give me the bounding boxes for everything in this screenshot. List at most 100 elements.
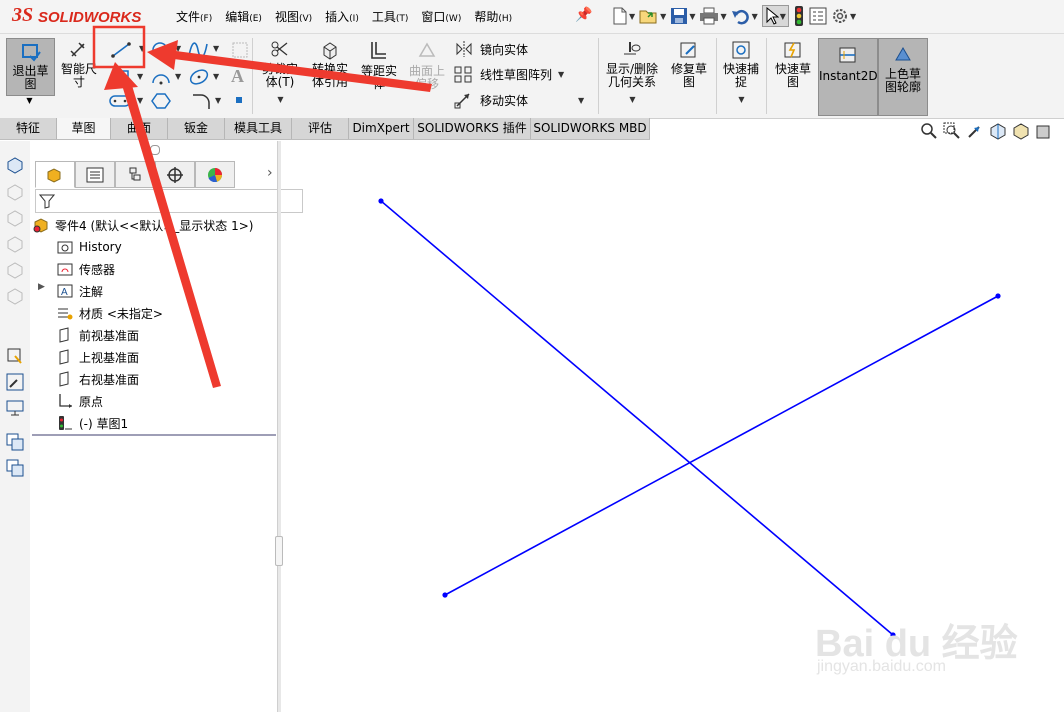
surface-offset-button[interactable]: 曲面上 偏移	[404, 40, 450, 91]
tab-dimxpertmanager[interactable]	[155, 161, 195, 188]
shaded-sketch-contours-button[interactable]: 上色草 图轮廓	[878, 38, 928, 116]
select-filter-icon[interactable]	[6, 347, 24, 365]
tab-surfaces[interactable]: 曲面	[111, 118, 168, 139]
view-orientation-icon[interactable]	[1012, 122, 1030, 142]
tree-item-sensors[interactable]: 传感器	[57, 259, 115, 279]
display-icon[interactable]	[6, 399, 24, 417]
tab-propertymanager[interactable]	[75, 161, 115, 188]
tab-features[interactable]: 特征	[0, 118, 57, 139]
section-view-icon[interactable]	[989, 122, 1007, 142]
rectangle-icon[interactable]	[110, 68, 132, 86]
tab-displaymanager[interactable]	[195, 161, 235, 188]
quick-snaps-dropdown-icon[interactable]: ▼	[719, 93, 764, 106]
trim-entities-button[interactable]: 剪裁实 体(T) ▼	[256, 40, 304, 106]
tab-sheet-metal[interactable]: 钣金	[168, 118, 225, 139]
move-dropdown-icon[interactable]: ▼	[578, 96, 584, 105]
text-icon[interactable]: A	[231, 66, 244, 87]
smart-dimension-button[interactable]: 智能尺 寸	[56, 38, 102, 89]
zoom-to-area-icon[interactable]	[943, 122, 961, 142]
open-document-icon[interactable]: ▼	[639, 7, 666, 25]
display-delete-relations-button[interactable]: 显示/删除 几何关系 ▼	[602, 40, 662, 106]
tree-filter-bar[interactable]	[35, 189, 303, 213]
menu-file[interactable]: 文件(F)	[176, 8, 212, 26]
fillet-icon[interactable]	[190, 92, 212, 110]
file-properties-icon[interactable]	[809, 7, 827, 25]
pin-icon[interactable]: 📌	[575, 7, 592, 23]
move-entities-button[interactable]: 移动实体 ▼	[454, 91, 584, 109]
print-icon[interactable]: ▼	[699, 7, 727, 25]
tab-solidworks-mbd[interactable]: SOLIDWORKS MBD	[531, 118, 650, 139]
tree-item-history[interactable]: History	[57, 237, 122, 257]
instant2d-button[interactable]: Instant2D	[818, 38, 878, 116]
panel-tabs-more-icon[interactable]: ›	[267, 165, 273, 181]
menu-window[interactable]: 窗口(W)	[421, 8, 461, 26]
quick-snaps-button[interactable]: 快速捕 捉 ▼	[718, 40, 764, 106]
ellipse-icon[interactable]	[188, 68, 210, 86]
ellipse-dropdown-icon[interactable]: ▼	[213, 72, 219, 81]
tab-mold-tools[interactable]: 模具工具	[225, 118, 292, 139]
linear-pattern-button[interactable]: 线性草图阵列 ▼	[454, 65, 564, 83]
trim-dropdown-icon[interactable]: ▼	[257, 93, 304, 106]
mirror-entities-button[interactable]: 镜向实体	[454, 40, 528, 58]
expand-annotations-icon[interactable]: ▶	[38, 282, 45, 292]
repair-sketch-button[interactable]: 修复草 图	[666, 40, 712, 89]
exit-sketch-button[interactable]: 退出草 图	[6, 38, 55, 96]
relations-dropdown-icon[interactable]: ▼	[603, 93, 662, 106]
sketch-endpoint[interactable]	[995, 293, 1001, 299]
sketch-line[interactable]	[444, 295, 999, 596]
tab-sketch[interactable]: 草图	[57, 118, 111, 139]
tree-root-part[interactable]: 零件4 (默认<<默认>_显示状态 1>)	[33, 215, 253, 235]
menu-edit[interactable]: 编辑(E)	[225, 8, 262, 26]
display-style-icon[interactable]	[1035, 122, 1053, 142]
panel-grip[interactable]	[150, 145, 160, 155]
menu-help[interactable]: 帮助(H)	[474, 8, 512, 26]
undo-icon[interactable]: ▼	[731, 7, 758, 25]
circle-icon[interactable]	[150, 40, 172, 60]
sketch-endpoint[interactable]	[442, 592, 448, 598]
tab-dimxpert[interactable]: DimXpert	[349, 118, 414, 139]
new-document-icon[interactable]: ▼	[612, 7, 635, 25]
tools-wrench-icon[interactable]	[6, 373, 24, 391]
circle-dropdown-icon[interactable]: ▼	[175, 44, 181, 53]
tree-item-annotations[interactable]: A 注解	[57, 281, 103, 301]
tab-solidworks-addins[interactable]: SOLIDWORKS 插件	[414, 118, 531, 139]
filter-funnel-icon[interactable]	[39, 193, 55, 209]
menu-tools[interactable]: 工具(T)	[372, 8, 409, 26]
tab-featuremanager[interactable]	[35, 161, 75, 188]
save-icon[interactable]: ▼	[670, 7, 695, 25]
tree-item-origin[interactable]: 原点	[57, 391, 103, 411]
tab-evaluate[interactable]: 评估	[292, 118, 349, 139]
normal-to-icon[interactable]	[6, 156, 24, 174]
zoom-to-fit-icon[interactable]	[920, 122, 938, 142]
menu-insert[interactable]: 插入(I)	[325, 8, 359, 26]
rectangle-dropdown-icon[interactable]: ▼	[137, 72, 143, 81]
rebuild-traffic-light-icon[interactable]	[793, 6, 805, 26]
linear-pattern-dropdown-icon[interactable]: ▼	[558, 70, 564, 79]
spline-icon[interactable]	[186, 40, 210, 60]
previous-view-icon[interactable]	[966, 122, 984, 142]
paste-view-icon[interactable]	[6, 459, 24, 477]
tree-item-top-plane[interactable]: 上视基准面	[57, 347, 139, 367]
line-icon[interactable]	[108, 40, 136, 60]
point-icon[interactable]	[234, 95, 244, 105]
rapid-sketch-button[interactable]: 快速草 图	[770, 40, 816, 89]
tree-item-material[interactable]: 材质 <未指定>	[57, 303, 163, 323]
tree-item-sketch1[interactable]: (-) 草图1	[57, 413, 128, 433]
menu-view[interactable]: 视图(V)	[275, 8, 312, 26]
slot-dropdown-icon[interactable]: ▼	[137, 96, 143, 105]
tree-item-front-plane[interactable]: 前视基准面	[57, 325, 139, 345]
offset-entities-button[interactable]: 等距实 体	[356, 40, 402, 91]
copy-view-icon[interactable]	[6, 433, 24, 451]
sketch-endpoint[interactable]	[378, 198, 384, 204]
options-gear-icon[interactable]: ▼	[831, 7, 856, 25]
tab-configurationmanager[interactable]	[115, 161, 155, 188]
fillet-dropdown-icon[interactable]: ▼	[215, 96, 221, 105]
polygon-icon[interactable]	[150, 92, 172, 110]
sketch-line[interactable]	[380, 200, 894, 636]
tree-item-right-plane[interactable]: 右视基准面	[57, 369, 139, 389]
spline-dropdown-icon[interactable]: ▼	[213, 44, 219, 53]
line-dropdown-icon[interactable]: ▼	[139, 44, 145, 53]
select-pointer-icon[interactable]: ▼	[761, 5, 789, 27]
arc-dropdown-icon[interactable]: ▼	[175, 72, 181, 81]
solidworks-logo[interactable]: 3S SOLIDWORKS	[12, 4, 152, 30]
